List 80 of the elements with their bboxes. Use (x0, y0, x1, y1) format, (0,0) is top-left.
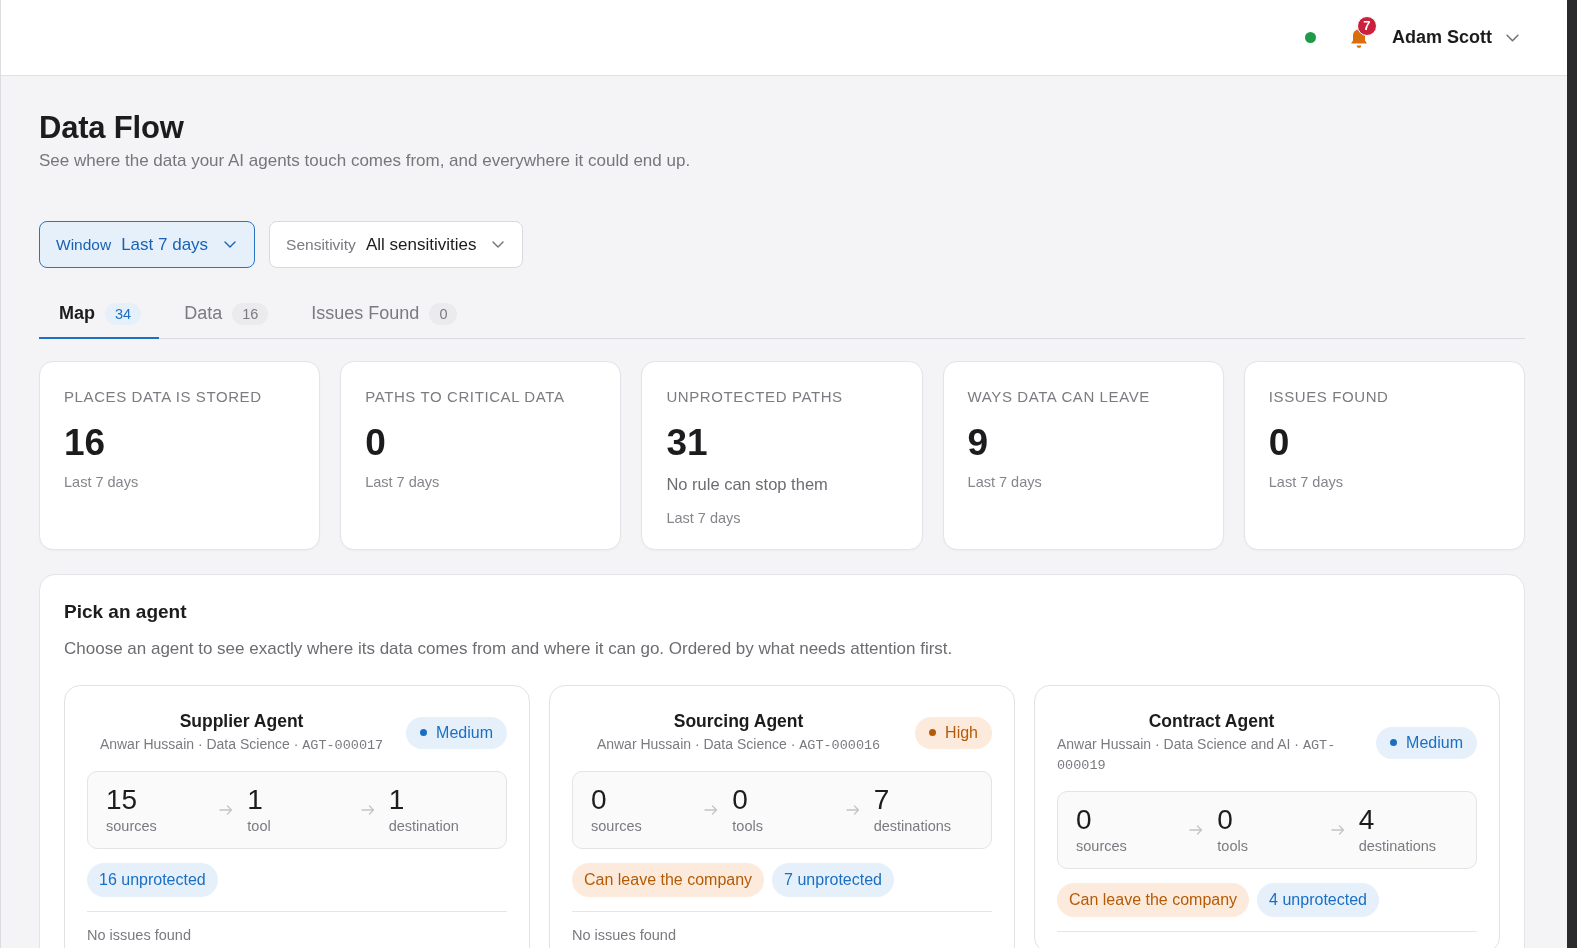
stat-value: 9 (967, 422, 990, 464)
issues-status: No issues found (572, 926, 677, 944)
risk-label: High (945, 723, 978, 742)
agent-meta: Anwar Hussain · Data Science · AGT-000016 (596, 735, 881, 755)
filter-dropdown[interactable]: Window Last 7 days (39, 221, 256, 268)
stat-value: 16 (64, 422, 107, 464)
stat-label: UNPROTECTED PATHS (666, 388, 844, 406)
flow-label: tool (247, 817, 272, 836)
stat-value: 0 (1268, 422, 1291, 464)
flow-count: 0 (1076, 804, 1093, 836)
agent-meta: Anwar Hussain · Data Science and AI · AGT-000019 (1057, 735, 1337, 775)
agent-name: Contract Agent (1147, 710, 1276, 732)
issues-status: No issues found (87, 926, 192, 944)
flow-label: sources (1076, 837, 1128, 856)
tab[interactable]: Data 16 (164, 290, 287, 339)
tab[interactable]: Map 34 (39, 290, 160, 339)
tab-count-badge: 16 (232, 302, 269, 325)
risk-dot-icon (1390, 739, 1398, 746)
section-description: Choose an agent to see exactly where its data comes from and where it can go. Ordered by what needs attention first. (64, 638, 954, 660)
risk-label: Medium (1406, 733, 1463, 752)
flow-label: destination (388, 817, 460, 836)
agent-meta: Anwar Hussain · Data Science · AGT-000017 (99, 735, 384, 755)
stat-label: PATHS TO CRITICAL DATA (365, 388, 566, 406)
flow-label: sources (591, 817, 643, 836)
stat-label: WAYS DATA CAN LEAVE (967, 388, 1151, 406)
flow-count: 15 (106, 784, 139, 816)
agent-card[interactable]: Supplier Agent Anwar Hussain · Data Science · AGT-000017 Medium 15 sources 1 tool 1 destination 16 unprotected No issues found (64, 685, 530, 948)
user-menu-button[interactable]: Adam Scott (1392, 23, 1519, 52)
flow-label: sources (106, 817, 158, 836)
risk-dot-icon (420, 729, 428, 736)
flow-count: 1 (388, 784, 406, 816)
stat-label: PLACES DATA IS STORED (64, 388, 263, 406)
filter-dropdown[interactable]: Sensitivity All sensitivities (269, 221, 524, 268)
arrow-right-icon (845, 805, 860, 815)
stat-value: 31 (666, 422, 709, 464)
status-tag: 7 unprotected (772, 863, 894, 897)
arrow-right-icon (1330, 825, 1345, 835)
arrow-right-icon (360, 805, 375, 815)
stat-period: Last 7 days (1268, 473, 1344, 491)
agent-name: Supplier Agent (178, 710, 305, 732)
status-tag: 16 unprotected (87, 863, 218, 897)
flow-count: 4 (1358, 804, 1376, 836)
risk-dot-icon (929, 729, 937, 736)
flow-count: 1 (247, 784, 264, 816)
status-tag: 4 unprotected (1257, 883, 1379, 917)
agent-card[interactable]: Sourcing Agent Anwar Hussain · Data Science · AGT-000016 High 0 sources 0 tools 7 destinations Can leave the company 7 unprotected No issues found (549, 685, 1015, 948)
flow-label: destinations (1358, 837, 1438, 856)
stat-label: ISSUES FOUND (1268, 388, 1390, 406)
arrow-right-icon (1189, 825, 1204, 835)
stat-period: Last 7 days (666, 509, 742, 527)
flow-label: destinations (873, 817, 953, 836)
tab-count-badge: 34 (105, 302, 142, 325)
stat-period: Last 7 days (64, 473, 140, 491)
flow-count: 0 (732, 784, 749, 816)
stat-period: Last 7 days (967, 473, 1043, 491)
flow-count: 0 (1217, 804, 1234, 836)
status-dot-icon (1305, 32, 1316, 43)
page-title: Data Flow (39, 110, 185, 146)
status-tag: Can leave the company (1057, 883, 1250, 917)
agent-card[interactable]: Contract Agent Anwar Hussain · Data Science and AI · AGT-000019 Medium 0 sources 0 tools 4 destinations Can leave the company 4 unprotected (1034, 685, 1500, 948)
agent-name: Sourcing Agent (672, 710, 805, 732)
flow-label: tools (1217, 837, 1249, 856)
chevron-down-icon (492, 241, 505, 248)
stat-detail: No rule can stop them (666, 474, 829, 494)
flow-count: 0 (591, 784, 608, 816)
stat-period: Last 7 days (365, 473, 441, 491)
page-subtitle: See where the data your AI agents touch comes from, and everywhere it could end up. (39, 150, 692, 172)
tab[interactable]: Issues Found 0 (291, 290, 476, 339)
tab-count-badge: 0 (429, 302, 458, 325)
arrow-right-icon (704, 805, 719, 815)
notification-badge: 7 (1357, 15, 1377, 36)
risk-label: Medium (436, 723, 493, 742)
status-tag: Can leave the company (572, 863, 765, 897)
arrow-right-icon (219, 805, 234, 815)
section-title: Pick an agent (64, 600, 188, 624)
flow-count: 7 (873, 784, 891, 816)
flow-label: tools (732, 817, 764, 836)
stat-value: 0 (365, 422, 387, 464)
chevron-down-icon (1506, 33, 1519, 42)
chevron-down-icon (224, 241, 237, 248)
